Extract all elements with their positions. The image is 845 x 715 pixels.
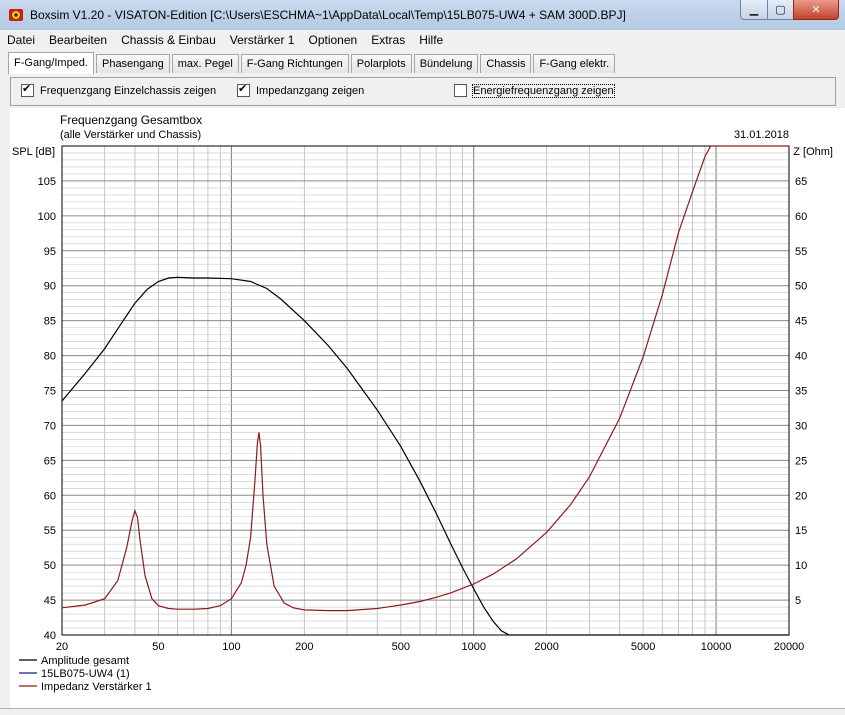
- chart-subtitle: (alle Verstärker und Chassis): [60, 129, 201, 141]
- window-title: Boxsim V1.20 - VISATON-Edition [C:\Users…: [30, 8, 626, 22]
- y-tick-label-left: 100: [38, 211, 56, 223]
- y-tick-label-right: 20: [795, 490, 807, 502]
- y-tick-label-left: 65: [44, 455, 56, 467]
- y-tick-label-right: 65: [795, 176, 807, 188]
- menu-hilfe[interactable]: Hilfe: [412, 30, 450, 50]
- minimize-icon: ▁: [749, 4, 759, 16]
- y-axis-label-right: Z [Ohm]: [793, 146, 833, 158]
- tab-chassis[interactable]: Chassis: [480, 54, 532, 73]
- option-impedanzgang-label: Impedanzgang zeigen: [256, 84, 365, 97]
- y-tick-label-right: 5: [795, 595, 801, 607]
- chart-legend: Amplitude gesamt15LB075-UW4 (1)Impedanz …: [19, 655, 152, 693]
- x-tick-label: 20000: [774, 641, 805, 653]
- x-tick-label: 5000: [631, 641, 655, 653]
- y-tick-label-left: 55: [44, 525, 56, 537]
- x-tick-label: 200: [295, 641, 313, 653]
- checkbox-einzelchassis[interactable]: [21, 84, 34, 97]
- title-bar: Boxsim V1.20 - VISATON-Edition [C:\Users…: [0, 0, 845, 31]
- menu-bar: Datei Bearbeiten Chassis & Einbau Verstä…: [0, 30, 845, 50]
- y-tick-label-right: 50: [795, 281, 807, 293]
- option-energiefrequenzgang-label: Energiefrequenzgang zeigen: [472, 83, 615, 98]
- chart-grid: [61, 145, 790, 636]
- maximize-button[interactable]: ▢: [767, 0, 794, 20]
- y-tick-label-right: 45: [795, 316, 807, 328]
- checkbox-impedanzgang[interactable]: [237, 84, 250, 97]
- option-energiefrequenzgang[interactable]: Energiefrequenzgang zeigen: [454, 83, 615, 98]
- y-tick-label-left: 60: [44, 490, 56, 502]
- x-tick-label: 100: [222, 641, 240, 653]
- menu-chassis-einbau[interactable]: Chassis & Einbau: [114, 30, 223, 50]
- y-tick-label-right: 35: [795, 386, 807, 398]
- options-panel: Frequenzgang Einzelchassis zeigen Impeda…: [10, 77, 836, 106]
- tab-polarplots[interactable]: Polarplots: [350, 54, 412, 73]
- y-tick-label-right: 60: [795, 211, 807, 223]
- y-tick-label-left: 75: [44, 386, 56, 398]
- y-tick-label-left: 50: [44, 560, 56, 572]
- option-impedanzgang[interactable]: Impedanzgang zeigen: [237, 84, 364, 97]
- x-tick-label: 500: [392, 641, 410, 653]
- y-tick-label-left: 105: [38, 176, 56, 188]
- chart-ticks: 20 50 100 200 500 1000 2000 5000 10000 20000 40 45 5…: [38, 176, 808, 653]
- y-tick-label-right: 30: [795, 420, 807, 432]
- x-tick-label: 1000: [461, 641, 485, 653]
- maximize-icon: ▢: [775, 4, 786, 16]
- checkbox-energiefrequenzgang[interactable]: [454, 84, 467, 97]
- minimize-button[interactable]: ▁: [740, 0, 768, 20]
- x-tick-label: 10000: [701, 641, 732, 653]
- app-icon: [9, 9, 23, 21]
- tab-max-pegel[interactable]: max. Pegel: [171, 54, 239, 73]
- x-tick-label: 20: [56, 641, 68, 653]
- menu-optionen[interactable]: Optionen: [301, 30, 364, 50]
- tab-fgang-richtungen[interactable]: F-Gang Richtungen: [240, 54, 349, 73]
- y-tick-label-left: 95: [44, 246, 56, 258]
- tab-fgang-elektr[interactable]: F-Gang elektr.: [533, 54, 616, 73]
- y-tick-label-right: 25: [795, 455, 807, 467]
- y-tick-label-left: 90: [44, 281, 56, 293]
- chart-date: 31.01.2018: [734, 129, 789, 141]
- chart-title: Frequenzgang Gesamtbox: [60, 113, 202, 127]
- menu-datei[interactable]: Datei: [0, 30, 42, 50]
- close-button[interactable]: ✕: [793, 0, 839, 20]
- y-tick-label-left: 40: [44, 630, 56, 642]
- y-tick-label-right: 10: [795, 560, 807, 572]
- y-axis-label-left: SPL [dB]: [12, 146, 55, 158]
- y-tick-label-left: 85: [44, 316, 56, 328]
- chart-area: Frequenzgang Gesamtbox (alle Verstärker …: [10, 108, 845, 708]
- y-tick-label-left: 70: [44, 420, 56, 432]
- legend-entry: Amplitude gesamt: [41, 655, 129, 667]
- menu-extras[interactable]: Extras: [364, 30, 412, 50]
- y-tick-label-right: 15: [795, 525, 807, 537]
- legend-entry: Impedanz Verstärker 1: [41, 681, 152, 693]
- x-tick-label: 50: [152, 641, 164, 653]
- close-icon: ✕: [811, 4, 821, 16]
- option-einzelchassis[interactable]: Frequenzgang Einzelchassis zeigen: [21, 84, 216, 97]
- menu-verstaerker-1[interactable]: Verstärker 1: [223, 30, 302, 50]
- y-tick-label-left: 80: [44, 351, 56, 363]
- series-line-1: [61, 276, 789, 636]
- x-tick-label: 2000: [534, 641, 558, 653]
- tab-fgang-imped[interactable]: F-Gang/Imped.: [8, 52, 94, 74]
- y-tick-label-right: 55: [795, 246, 807, 258]
- tab-strip: F-Gang/Imped. Phasengang max. Pegel F-Ga…: [8, 51, 617, 74]
- y-tick-label-right: 40: [795, 351, 807, 363]
- y-tick-label-left: 45: [44, 595, 56, 607]
- legend-entry: 15LB075-UW4 (1): [41, 668, 130, 680]
- frequency-response-chart: Frequenzgang Gesamtbox (alle Verstärker …: [12, 113, 833, 693]
- tab-buendelung[interactable]: Bündelung: [413, 54, 479, 73]
- option-einzelchassis-label: Frequenzgang Einzelchassis zeigen: [40, 84, 217, 97]
- tab-phasengang[interactable]: Phasengang: [95, 54, 170, 73]
- menu-bearbeiten[interactable]: Bearbeiten: [42, 30, 114, 50]
